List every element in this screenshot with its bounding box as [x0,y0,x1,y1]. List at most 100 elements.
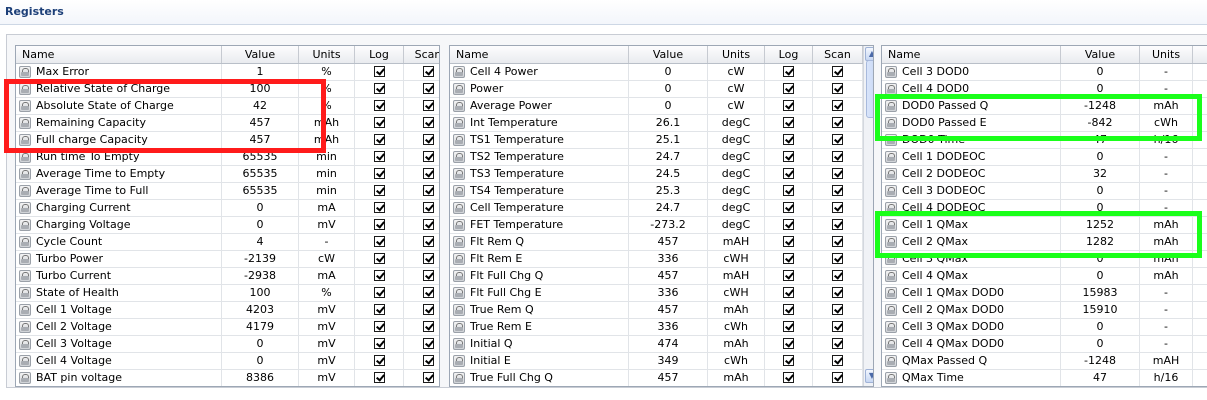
table-row[interactable]: Cell 2 DODEOC 32- [882,166,1207,183]
scrollbar-thumb[interactable] [866,60,873,118]
scan-checkbox[interactable] [832,287,843,298]
register-value[interactable]: -2938 [222,268,299,284]
register-value[interactable]: 15983 [1061,285,1140,301]
register-value[interactable]: 1 [222,64,299,80]
scan-checkbox[interactable] [422,372,434,383]
log-checkbox[interactable] [783,355,794,366]
scan-checkbox[interactable] [832,236,843,247]
table-row[interactable]: Cycle Count 4- [16,234,439,251]
table-row[interactable]: Cell 4 Power 0 cW [450,64,863,81]
register-value[interactable]: 24.7 [629,149,708,165]
register-value[interactable]: -2139 [222,251,299,267]
register-value[interactable]: 47 [1061,132,1140,148]
scan-checkbox[interactable] [422,151,434,162]
log-checkbox[interactable] [783,287,794,298]
register-value[interactable]: -1248 [1061,98,1140,114]
table-row[interactable]: Cell 4 DOD0 0- [882,81,1207,98]
table-row[interactable]: Cell 3 DOD0 0- [882,64,1207,81]
table-row[interactable]: TS1 Temperature 25.1 degC [450,132,863,149]
table-row[interactable]: Average Power 0 cW [450,98,863,115]
table-row[interactable]: Run time To Empty 65535 min [16,149,439,166]
column-header-log[interactable] [1193,46,1207,63]
table-row[interactable]: DOD0 Passed Q -1248 mAh [882,98,1207,115]
table-row[interactable]: FET Temperature -273.2 degC [450,217,863,234]
table-row[interactable]: Cell Temperature 24.7 degC [450,200,863,217]
register-value[interactable]: 457 [222,132,299,148]
register-value[interactable]: 8386 [222,370,299,386]
log-checkbox[interactable] [373,202,385,213]
table-row[interactable]: True Full Chg Q 457 mAh [450,370,863,386]
scan-checkbox[interactable] [422,100,434,111]
table-row[interactable]: Initial E 349 cWh [450,353,863,370]
register-value[interactable]: 26.1 [629,115,708,131]
log-checkbox[interactable] [783,117,794,128]
register-value[interactable]: 65535 [222,149,299,165]
table-row[interactable]: QMax Time 47 h/16 [882,370,1207,386]
column-header-units[interactable]: Units [299,46,355,63]
table-row[interactable]: True Rem Q 457 mAh [450,302,863,319]
scan-checkbox[interactable] [832,66,843,77]
table-row[interactable]: Cell 3 DODEOC 0- [882,183,1207,200]
log-checkbox[interactable] [783,253,794,264]
register-value[interactable]: 25.1 [629,132,708,148]
scan-checkbox[interactable] [832,338,843,349]
register-value[interactable]: 15910 [1061,302,1140,318]
log-checkbox[interactable] [783,151,794,162]
scan-checkbox[interactable] [832,83,843,94]
column-header-log[interactable]: Log [355,46,404,63]
scroll-down-arrow-icon[interactable]: ▼ [865,369,873,383]
table-row[interactable]: Cell 2 QMax DOD0 15910- [882,302,1207,319]
table-row[interactable]: Flt Rem E 336 cWH [450,251,863,268]
table-row[interactable]: Absolute State of Charge 42% [16,98,439,115]
table-row[interactable]: Average Time to Full 65535 min [16,183,439,200]
table-row[interactable]: Full charge Capacity 457 mAh [16,132,439,149]
table-row[interactable]: TS2 Temperature 24.7 degC [450,149,863,166]
table-row[interactable]: Cell 1 QMax 1252 mAh [882,217,1207,234]
register-value[interactable]: 1282 [1061,234,1140,250]
vertical-scrollbar[interactable]: ▲▼ [863,46,873,386]
register-value[interactable]: 336 [629,251,708,267]
table-row[interactable]: Cell 4 DODEOC 0- [882,200,1207,217]
log-checkbox[interactable] [783,83,794,94]
scan-checkbox[interactable] [832,219,843,230]
register-value[interactable]: 0 [1061,336,1140,352]
table-row[interactable]: DOD0 Time 47 h/16 [882,132,1207,149]
table-row[interactable]: Initial Q 474 mAh [450,336,863,353]
register-value[interactable]: -842 [1061,115,1140,131]
register-value[interactable]: 65535 [222,166,299,182]
register-value[interactable]: 0 [222,336,299,352]
register-value[interactable]: 4203 [222,302,299,318]
log-checkbox[interactable] [373,117,385,128]
scan-checkbox[interactable] [832,134,843,145]
register-value[interactable]: 0 [1061,149,1140,165]
log-checkbox[interactable] [373,66,385,77]
register-value[interactable]: 25.3 [629,183,708,199]
column-header-value[interactable]: Value [1061,46,1140,63]
log-checkbox[interactable] [783,270,794,281]
register-value[interactable]: 0 [1061,251,1140,267]
table-row[interactable]: Cell 3 QMax DOD0 0- [882,319,1207,336]
table-row[interactable]: True Rem E 336 cWh [450,319,863,336]
table-row[interactable]: Cell 4 Voltage 0 mV [16,353,439,370]
log-checkbox[interactable] [783,100,794,111]
register-value[interactable]: 349 [629,353,708,369]
scan-checkbox[interactable] [832,355,843,366]
column-header-units[interactable]: Units [1140,46,1193,63]
table-row[interactable]: BAT pin voltage 8386 mV [16,370,439,386]
log-checkbox[interactable] [373,100,385,111]
scan-checkbox[interactable] [422,338,434,349]
register-value[interactable]: 0 [1061,319,1140,335]
register-value[interactable]: -1248 [1061,353,1140,369]
log-checkbox[interactable] [373,168,385,179]
register-value[interactable]: 457 [222,115,299,131]
register-value[interactable]: 0 [1061,183,1140,199]
log-checkbox[interactable] [783,185,794,196]
table-row[interactable]: Flt Full Chg E 336 cWH [450,285,863,302]
scan-checkbox[interactable] [422,185,434,196]
register-value[interactable]: 100 [222,285,299,301]
register-value[interactable]: 0 [1061,64,1140,80]
scan-checkbox[interactable] [422,355,434,366]
register-value[interactable]: 42 [222,98,299,114]
scan-checkbox[interactable] [832,151,843,162]
log-checkbox[interactable] [373,185,385,196]
